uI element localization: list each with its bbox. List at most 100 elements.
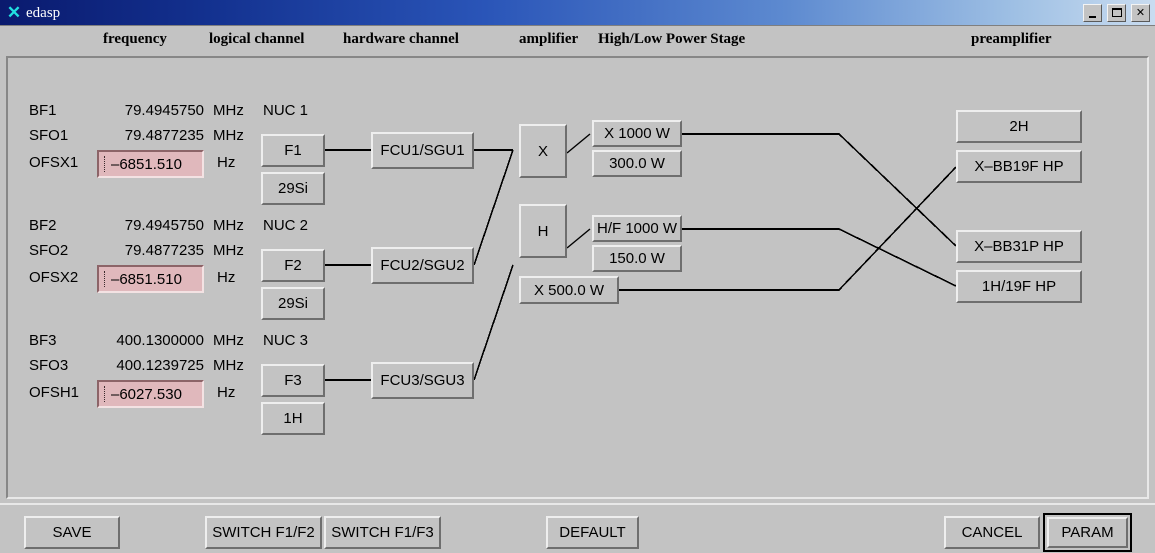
bf3-unit: MHz [213,332,244,349]
edasp-window: ✕ edasp ✕ frequency logical channel hard… [0,0,1155,553]
text-caret-icon [104,271,106,287]
power-stage-x-500w-label: X 500.0 W [533,281,605,299]
column-header-frequency: frequency [103,31,167,47]
save-button-label: SAVE [52,524,92,541]
ofsh1-label: OFSH1 [29,384,80,401]
text-caret-icon [104,386,106,402]
amplifier-x-label: X [537,142,548,160]
nuc1-label: NUC 1 [263,102,309,119]
sfo2-label: SFO2 [29,242,69,259]
preamplifier-x-bb19f-hp-button[interactable]: X–BB19F HP [956,150,1082,183]
switch-f1-f3-button[interactable]: SWITCH F1/F3 [324,516,441,549]
ofsx2-input[interactable]: –6851.510 [97,265,204,293]
power-stage-hf-1000w-button[interactable]: H/F 1000 W [592,215,682,242]
power-stage-hf-1000w-label: H/F 1000 W [596,220,678,237]
param-button-label: PARAM [1061,524,1114,541]
power-stage-150w-label: 150.0 W [609,250,665,267]
x-window-icon: ✕ [6,3,22,22]
logical-channel-f2-label: F2 [284,257,302,274]
hardware-channel-fcu2-button[interactable]: FCU2/SGU2 [371,247,474,284]
logical-channel-f1-label: F1 [284,142,302,159]
column-header-logical-channel: logical channel [209,31,305,47]
hardware-channel-fcu3-label: FCU3/SGU3 [380,372,465,389]
ofsx1-value: –6851.510 [111,155,182,173]
power-stage-300w-label: 300.0 W [609,155,665,172]
preamplifier-x-bb19f-hp-label: X–BB19F HP [974,158,1064,175]
column-header-power-stage: High/Low Power Stage [598,31,746,47]
bf2-unit: MHz [213,217,244,234]
bf3-label: BF3 [29,332,57,349]
ofsx2-unit: Hz [217,269,236,286]
ofsh1-input[interactable]: –6027.530 [97,380,204,408]
bf3-value: 400.1300000 [116,332,204,349]
hardware-channel-fcu1-button[interactable]: FCU1/SGU1 [371,132,474,169]
hardware-channel-fcu2-label: FCU2/SGU2 [380,257,465,274]
column-header-preamplifier: preamplifier [971,31,1052,47]
nucleus-3-button[interactable]: 1H [261,402,325,435]
save-button[interactable]: SAVE [24,516,120,549]
switch-f1-f3-button-label: SWITCH F1/F3 [331,524,434,541]
switch-f1-f2-button[interactable]: SWITCH F1/F2 [205,516,322,549]
ofsh1-value: –6027.530 [111,385,182,403]
text-caret-icon [104,156,106,172]
nucleus-2-label: 29Si [277,295,309,312]
sfo1-unit: MHz [213,127,244,144]
switch-f1-f2-button-label: SWITCH F1/F2 [212,524,315,541]
close-button[interactable]: ✕ [1131,4,1150,22]
logical-channel-f3-button[interactable]: F3 [261,364,325,397]
power-stage-300w-button[interactable]: 300.0 W [592,150,682,177]
window-title: edasp [26,5,61,21]
bf1-unit: MHz [213,102,244,119]
ofsx2-value: –6851.510 [111,270,182,288]
preamplifier-1h-19f-hp-label: 1H/19F HP [981,278,1057,295]
window-titlebar: ✕ edasp ✕ [0,0,1155,26]
power-stage-x-500w-button[interactable]: X 500.0 W [519,276,619,304]
cancel-button[interactable]: CANCEL [944,516,1040,549]
sfo3-unit: MHz [213,357,244,374]
bottom-button-bar: SAVE SWITCH F1/F2 SWITCH F1/F3 DEFAULT C… [0,503,1155,553]
maximize-icon [1111,8,1122,17]
nucleus-3-label: 1H [283,410,303,427]
bf2-value: 79.4945750 [124,217,204,234]
power-stage-x-1000w-label: X 1000 W [604,125,670,142]
param-button[interactable]: PARAM [1047,517,1128,548]
hardware-channel-fcu1-label: FCU1/SGU1 [380,142,465,159]
nucleus-1-button[interactable]: 29Si [261,172,325,205]
nuc3-label: NUC 3 [263,332,309,349]
ofsx2-label: OFSX2 [29,269,79,286]
close-icon: ✕ [1135,7,1146,19]
sfo3-label: SFO3 [29,357,69,374]
amplifier-x-button[interactable]: X [519,124,567,178]
power-stage-x-1000w-button[interactable]: X 1000 W [592,120,682,147]
amplifier-h-button[interactable]: H [519,204,567,258]
preamplifier-2h-label: 2H [1009,118,1029,135]
minimize-button[interactable] [1083,4,1102,22]
maximize-button[interactable] [1107,4,1126,22]
bf2-label: BF2 [29,217,57,234]
hardware-channel-fcu3-button[interactable]: FCU3/SGU3 [371,362,474,399]
logical-channel-f1-button[interactable]: F1 [261,134,325,167]
column-header-row: frequency logical channel hardware chann… [0,26,1155,55]
preamplifier-2h-button[interactable]: 2H [956,110,1082,143]
nucleus-1-label: 29Si [277,180,309,197]
nucleus-2-button[interactable]: 29Si [261,287,325,320]
nuc2-label: NUC 2 [263,217,309,234]
cancel-button-label: CANCEL [961,524,1023,541]
preamplifier-x-bb31p-hp-button[interactable]: X–BB31P HP [956,230,1082,263]
logical-channel-f2-button[interactable]: F2 [261,249,325,282]
default-button[interactable]: DEFAULT [546,516,639,549]
sfo2-unit: MHz [213,242,244,259]
amplifier-h-label: H [537,222,549,240]
bf1-label: BF1 [29,102,57,119]
ofsh1-unit: Hz [217,384,236,401]
default-button-label: DEFAULT [559,524,626,541]
ofsx1-unit: Hz [217,154,236,171]
preamplifier-1h-19f-hp-button[interactable]: 1H/19F HP [956,270,1082,303]
ofsx1-input[interactable]: –6851.510 [97,150,204,178]
diagram-panel: BF1 79.4945750 MHz SFO1 79.4877235 MHz O… [6,56,1149,499]
column-header-amplifier: amplifier [519,31,579,47]
logical-channel-f3-label: F3 [284,372,302,389]
power-stage-150w-button[interactable]: 150.0 W [592,245,682,272]
minimize-icon [1089,16,1096,18]
sfo1-label: SFO1 [29,127,69,144]
